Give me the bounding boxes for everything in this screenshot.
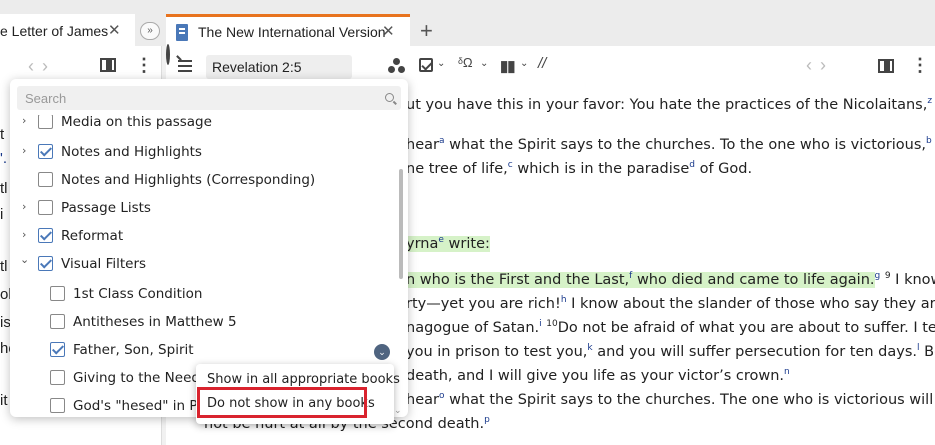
add-tab-icon[interactable]: + [420,18,433,44]
tab-title: The New International Version [198,24,386,40]
footnote[interactable]: p [484,415,490,425]
search-icon [385,93,394,102]
checkbox[interactable] [38,200,53,215]
item-label: Reformat [61,228,124,244]
text-fragment: tl [0,180,8,197]
footnote[interactable]: i [539,319,542,329]
text-line: death, and I will give you life as your … [406,367,790,384]
text-line: heara what the Spirit says to the church… [406,136,932,153]
search-icon[interactable] [166,44,170,65]
show-in-all-books-option[interactable]: Show in all appropriate books [207,372,400,387]
text-line: n who is the First and the Last,f who di… [406,271,935,288]
item-label: Notes and Highlights [61,144,202,160]
text-line: ut you have this in your favor: You hate… [406,96,933,113]
tab-letter-of-james[interactable]: e Letter of James ✕ [0,14,135,46]
more-icon[interactable]: ⋮ [911,55,929,76]
tab-title: e Letter of James [0,23,109,39]
text-line: yrnae write: [406,236,490,252]
item-label: Antitheses in Matthew 5 [73,314,237,330]
checkbox[interactable] [50,398,65,413]
text-line: rty—yet you are rich!h I know about the … [406,295,935,312]
text-fragment: '. [0,150,8,167]
scrollbar[interactable] [399,169,403,279]
highlighted-text: yrnae write: [406,235,490,252]
annotation-highlight-box [197,387,367,418]
item-label: Notes and Highlights (Corresponding) [61,172,316,188]
item-label: God's "hesed" in Psal [73,398,217,414]
list-item-1st-class-condition[interactable]: 1st Class Condition [10,280,402,306]
chevron-down-icon[interactable]: ⌄ [20,253,29,266]
item-label: Father, Son, Spirit [73,342,194,358]
list-item-notes-corresponding[interactable]: Notes and Highlights (Corresponding) [10,166,402,192]
list-item-passage-lists[interactable]: › Passage Lists [10,194,402,220]
item-label: Passage Lists [61,200,151,216]
text-fragment: tl [0,258,8,275]
checkbox[interactable] [50,342,65,357]
checkbox[interactable] [38,256,53,271]
chevron-right-icon[interactable]: › [22,228,26,241]
checklist-icon[interactable] [419,58,433,72]
close-icon[interactable]: ✕ [108,21,121,39]
tab-niv[interactable]: The New International Version ✕ [166,14,410,46]
checkbox[interactable] [38,228,53,243]
options-dropdown-icon[interactable]: ⌄ [374,344,390,360]
sync-icon[interactable]: // [538,55,546,72]
footnote[interactable]: z [927,96,932,106]
footnote[interactable]: g [875,271,881,281]
text-line: ne tree of life,c which is in the paradi… [406,160,753,177]
tab-overflow-chevron-icon[interactable]: » [140,22,160,40]
item-label: Media on this passage [61,115,212,130]
checkbox[interactable] [50,370,65,385]
verse-number: 10 [546,319,558,330]
reference-input[interactable]: Revelation 2:5 [206,55,352,79]
item-label: Visual Filters [61,256,147,272]
footnote[interactable]: n [784,367,790,377]
highlighted-text: n who is the First and the Last,f who di… [406,271,875,288]
text-fragment: t [0,126,5,143]
chevron-right-icon[interactable]: › [22,115,26,127]
list-item-father-son-spirit[interactable]: Father, Son, Spirit [10,336,402,362]
list-item-reformat[interactable]: › Reformat [10,222,402,248]
list-item-notes-highlights[interactable]: › Notes and Highlights [10,138,402,164]
checkbox[interactable] [38,172,53,187]
nav-arrows-icon[interactable]: ‹› [28,56,56,77]
list-item-media[interactable]: › Media on this passage [10,115,402,134]
chevron-right-icon[interactable]: › [22,200,26,213]
chevron-down-icon[interactable]: ⌄ [520,58,528,69]
checkbox[interactable] [50,286,65,301]
text-line: hearo what the Spirit says to the church… [406,391,934,408]
item-label: 1st Class Condition [73,286,203,302]
text-fragment: it [0,392,8,409]
nav-arrows-icon[interactable]: ‹› [806,55,834,76]
more-icon[interactable]: ⋮ [135,55,153,76]
visual-filters-icon[interactable] [388,58,406,74]
text-line: nagogue of Satan.i 10Do not be afraid of… [406,319,935,336]
parallel-icon[interactable]: ▮▮ [500,57,515,75]
chevron-right-icon[interactable]: › [22,144,26,157]
search-input[interactable] [17,86,377,110]
checkbox[interactable] [38,144,53,159]
book-icon [176,24,188,41]
text-line: you in prison to test you,k and you will… [406,343,935,360]
list-item-antitheses[interactable]: Antitheses in Matthew 5 [10,308,402,334]
scroll-down-icon[interactable]: ⌄ [394,405,402,416]
interlinear-icon[interactable]: ᵟΩ [458,55,473,70]
columns-icon[interactable] [878,59,894,73]
text-fragment: i [0,206,4,223]
chevron-down-icon[interactable]: ⌄ [437,58,445,69]
close-icon[interactable]: ✕ [382,22,395,40]
tab-bar: e Letter of James ✕ » The New Internatio… [0,0,935,46]
checkbox[interactable] [50,314,65,329]
columns-icon[interactable] [100,58,116,72]
list-item-visual-filters[interactable]: ⌄ Visual Filters [10,250,402,276]
filter-search [17,86,401,110]
chevron-down-icon[interactable]: ⌄ [480,58,488,69]
checkbox[interactable] [38,115,53,129]
